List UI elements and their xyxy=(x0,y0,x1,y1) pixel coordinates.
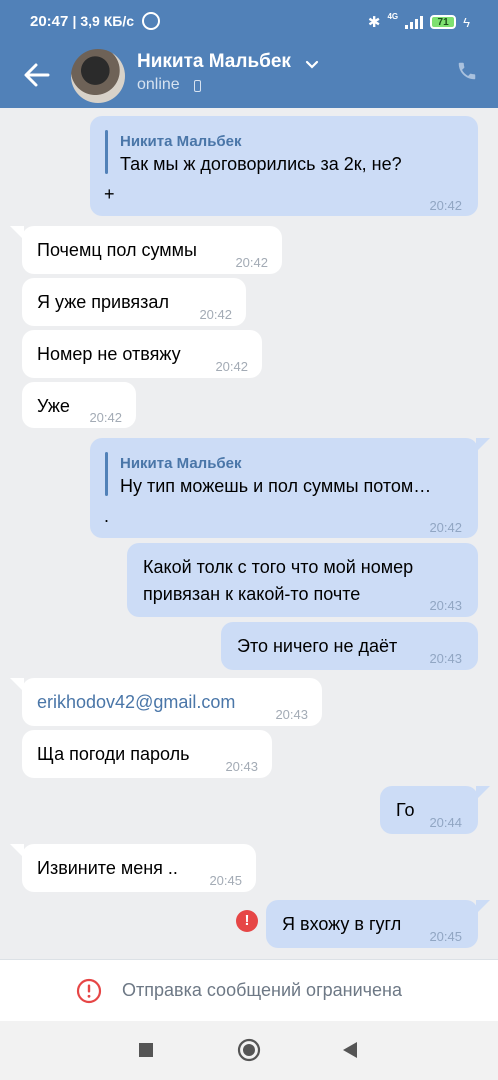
message-outgoing[interactable]: Это ничего не даёт 20:43 xyxy=(221,622,478,670)
network-type: 4G xyxy=(387,12,399,21)
message-time: 20:42 xyxy=(89,410,122,425)
clock: 20:47 xyxy=(30,13,69,30)
restriction-icon xyxy=(76,978,102,1004)
reply-author: Никита Мальбек xyxy=(120,455,242,472)
message-time: 20:45 xyxy=(209,873,242,888)
message-time: 20:42 xyxy=(215,359,248,374)
message-incoming[interactable]: Почемц пол суммы 20:42 xyxy=(22,226,282,274)
bubble-tail xyxy=(476,786,490,800)
message-incoming[interactable]: Извините меня .. 20:45 xyxy=(22,844,256,892)
bubble-tail xyxy=(476,900,490,914)
message-text: Уже xyxy=(37,396,70,416)
email-link[interactable]: erikhodov42@gmail.com xyxy=(37,690,235,714)
message-text: . xyxy=(104,506,110,526)
message-incoming[interactable]: Номер не отвяжу 20:42 xyxy=(22,330,262,378)
message-text: Го xyxy=(396,800,415,820)
message-time: 20:45 xyxy=(429,929,462,944)
message-text-line: привязан к какой-то почте xyxy=(143,584,361,604)
message-text: Номер не отвяжу xyxy=(37,344,181,364)
battery-icon: 71 xyxy=(430,15,457,29)
message-time: 20:42 xyxy=(235,255,268,270)
message-time: 20:42 xyxy=(429,520,462,535)
message-time: 20:43 xyxy=(429,598,462,613)
back-arrow-icon[interactable] xyxy=(20,58,54,92)
message-outgoing[interactable]: Я вхожу в гугл 20:45 xyxy=(266,900,478,948)
bluetooth-icon: ✱ xyxy=(367,13,381,31)
contact-name[interactable]: Никита Мальбек xyxy=(137,51,291,73)
mobile-icon xyxy=(194,80,201,92)
message-incoming[interactable]: Ща погоди пароль 20:43 xyxy=(22,730,272,778)
message-text: Я уже привязал xyxy=(37,292,169,312)
nav-home-icon[interactable] xyxy=(237,1038,261,1062)
signal-icon xyxy=(405,15,424,29)
restriction-text: Отправка сообщений ограничена xyxy=(122,980,402,1000)
avatar[interactable] xyxy=(71,49,125,103)
reply-text: Так мы ж договорились за 2к, не? xyxy=(120,154,402,174)
status-time: 20:47 | 3,9 КБ/с xyxy=(30,13,134,30)
chat-header: Никита Мальбек online xyxy=(0,44,498,108)
message-incoming[interactable]: Я уже привязал 20:42 xyxy=(22,278,246,326)
message-time: 20:43 xyxy=(225,759,258,774)
network-speed: | 3,9 КБ/с xyxy=(72,13,134,29)
message-text: Ща погоди пароль xyxy=(37,744,190,764)
message-time: 20:42 xyxy=(429,198,462,213)
message-time: 20:43 xyxy=(275,707,308,722)
error-icon[interactable]: ! xyxy=(236,910,258,932)
contact-status: online xyxy=(137,76,180,93)
message-text: Я вхожу в гугл xyxy=(282,914,402,934)
system-nav-bar xyxy=(0,1021,498,1080)
reply-quote-bar xyxy=(105,130,108,174)
message-text: Почемц пол суммы xyxy=(37,240,197,260)
charging-icon: ϟ xyxy=(463,14,470,30)
chevron-down-icon[interactable] xyxy=(304,57,320,71)
reply-author: Никита Мальбек xyxy=(120,133,242,150)
message-time: 20:44 xyxy=(429,815,462,830)
message-text-line: Какой толк с того что мой номер xyxy=(143,557,414,577)
message-outgoing[interactable]: Никита Мальбек Ну тип можешь и пол суммы… xyxy=(90,438,478,538)
message-incoming[interactable]: Уже 20:42 xyxy=(22,382,136,428)
message-text: + xyxy=(104,184,115,204)
message-outgoing[interactable]: Какой толк с того что мой номер привязан… xyxy=(127,543,478,617)
message-outgoing[interactable]: Никита Мальбек Так мы ж договорились за … xyxy=(90,116,478,216)
nav-recents-icon[interactable] xyxy=(139,1043,153,1057)
bubble-tail xyxy=(476,438,490,452)
alarm-icon xyxy=(142,12,160,30)
message-incoming[interactable]: erikhodov42@gmail.com 20:43 xyxy=(22,678,322,726)
message-text: Это ничего не даёт xyxy=(237,636,398,656)
reply-quote-bar xyxy=(105,452,108,496)
status-bar: 20:47 | 3,9 КБ/с ✱ 4G 71 ϟ xyxy=(0,0,498,44)
status-icons: ✱ 4G 71 ϟ xyxy=(368,12,470,32)
nav-back-icon[interactable] xyxy=(342,1041,358,1059)
message-time: 20:43 xyxy=(429,651,462,666)
messaging-restricted-banner: Отправка сообщений ограничена xyxy=(0,959,498,1022)
message-text: Извините меня .. xyxy=(37,858,178,878)
phone-icon[interactable] xyxy=(456,60,478,82)
message-outgoing[interactable]: Го 20:44 xyxy=(380,786,478,834)
message-time: 20:42 xyxy=(199,307,232,322)
reply-text: Ну тип можешь и пол суммы потом… xyxy=(120,476,432,496)
